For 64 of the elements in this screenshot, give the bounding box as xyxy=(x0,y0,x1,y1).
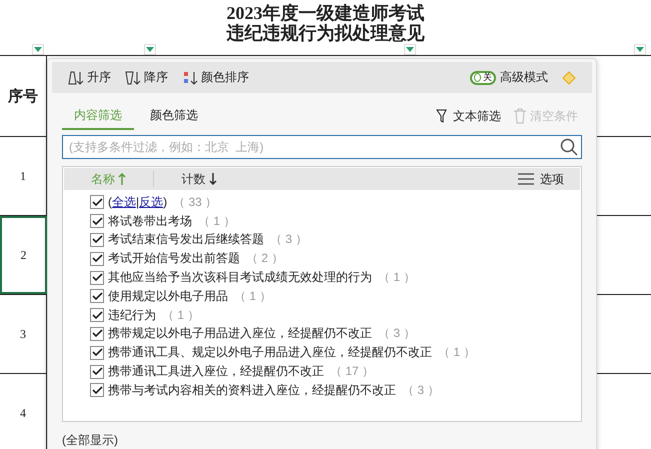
search-icon xyxy=(560,138,578,156)
filter-dropdown-icon[interactable] xyxy=(404,44,416,55)
select-all-link[interactable]: 全选 xyxy=(112,194,136,211)
item-label[interactable]: 携带规定以外电子用品进入座位，经提醒仍不改正 xyxy=(108,325,372,342)
up-arrow-icon xyxy=(118,173,126,185)
checkbox[interactable] xyxy=(90,270,104,285)
checkbox[interactable] xyxy=(90,383,104,398)
text-filter-button[interactable]: 文本筛选 xyxy=(432,108,505,124)
menu-icon xyxy=(518,173,534,185)
item-label[interactable]: 携带与考试内容相关的资料进入座位，经提醒仍不改正 xyxy=(108,382,396,399)
row-number-cell: 2 xyxy=(0,216,47,294)
checkbox[interactable] xyxy=(90,289,104,304)
checkbox[interactable] xyxy=(90,252,104,266)
badge-icon xyxy=(562,70,576,84)
sort-button[interactable]: 降序 xyxy=(125,69,168,86)
checkbox[interactable] xyxy=(90,364,104,379)
separator-text: | xyxy=(136,195,140,210)
sheet-title: 违纪违规行为拟处理意见 xyxy=(226,23,424,43)
item-count: （ 1 ） xyxy=(234,288,272,305)
toggle-switch[interactable]: 关 xyxy=(470,70,496,84)
item-label[interactable]: 考试结束信号发出后继续答题 xyxy=(108,231,264,248)
item-count: （ 1 ） xyxy=(198,212,236,230)
sort-descending-icon xyxy=(125,70,141,84)
search-field[interactable]: (支持多条件过滤，例如：北京 上海) xyxy=(62,135,582,159)
item-count: （ 2 ） xyxy=(246,250,284,268)
checkbox[interactable] xyxy=(90,232,104,247)
paren-text: ( xyxy=(108,195,112,210)
checkbox[interactable] xyxy=(90,195,104,210)
item-count: （ 1 ） xyxy=(438,344,476,362)
item-count: （ 3 ） xyxy=(378,325,416,342)
filter-dropdown-icon[interactable] xyxy=(144,44,156,55)
filter-dropdown-icon[interactable] xyxy=(32,44,44,55)
item-label[interactable]: 将试卷带出考场 xyxy=(108,212,192,230)
down-arrow-icon xyxy=(208,173,216,185)
invert-selection-link[interactable]: 反选 xyxy=(139,194,164,211)
item-label[interactable]: 考试开始信号发出前答题 xyxy=(108,250,240,268)
item-label[interactable]: 使用规定以外电子用品 xyxy=(108,288,228,305)
checkbox[interactable] xyxy=(90,326,104,341)
filter-tab[interactable]: 颜色筛选 xyxy=(138,102,210,130)
item-label[interactable]: 违纪行为 xyxy=(108,306,156,324)
checkbox[interactable] xyxy=(90,308,104,322)
item-label[interactable]: 携带通讯工具进入座位，经提醒仍不改正 xyxy=(108,363,324,380)
item-count: （ 3 ） xyxy=(270,231,308,248)
sort-ascending-icon xyxy=(68,70,84,84)
item-count: （ 1 ） xyxy=(378,269,416,286)
trash-icon xyxy=(513,108,527,124)
item-count: （ 3 ） xyxy=(402,382,440,399)
checkbox[interactable] xyxy=(90,346,104,360)
paren-text: ) xyxy=(163,195,168,210)
show-all-text: (全部显示) xyxy=(62,432,119,449)
sort-column-header[interactable]: 计数 xyxy=(154,171,244,187)
sort-button[interactable]: 升序 xyxy=(68,69,111,86)
item-label[interactable]: 其他应当给予当次该科目考试成绩无效处理的行为 xyxy=(108,269,372,286)
item-count: （ 1 ） xyxy=(162,306,200,324)
color-sort-icon xyxy=(182,70,198,84)
filter-dropdown-icon[interactable] xyxy=(634,44,646,55)
advanced-mode-label: 高级模式 xyxy=(500,69,548,86)
item-count: （ 33 ） xyxy=(173,194,218,211)
checkbox[interactable] xyxy=(90,214,104,228)
sheet-title: 2023年度一级建造师考试 xyxy=(226,3,424,23)
options-button[interactable]: 选项 xyxy=(512,170,570,188)
item-count: （ 17 ） xyxy=(330,363,374,380)
item-label[interactable]: 携带通讯工具、规定以外电子用品进入座位，经提醒仍不改正 xyxy=(108,344,432,362)
sort-button[interactable]: 颜色排序 xyxy=(182,69,249,86)
